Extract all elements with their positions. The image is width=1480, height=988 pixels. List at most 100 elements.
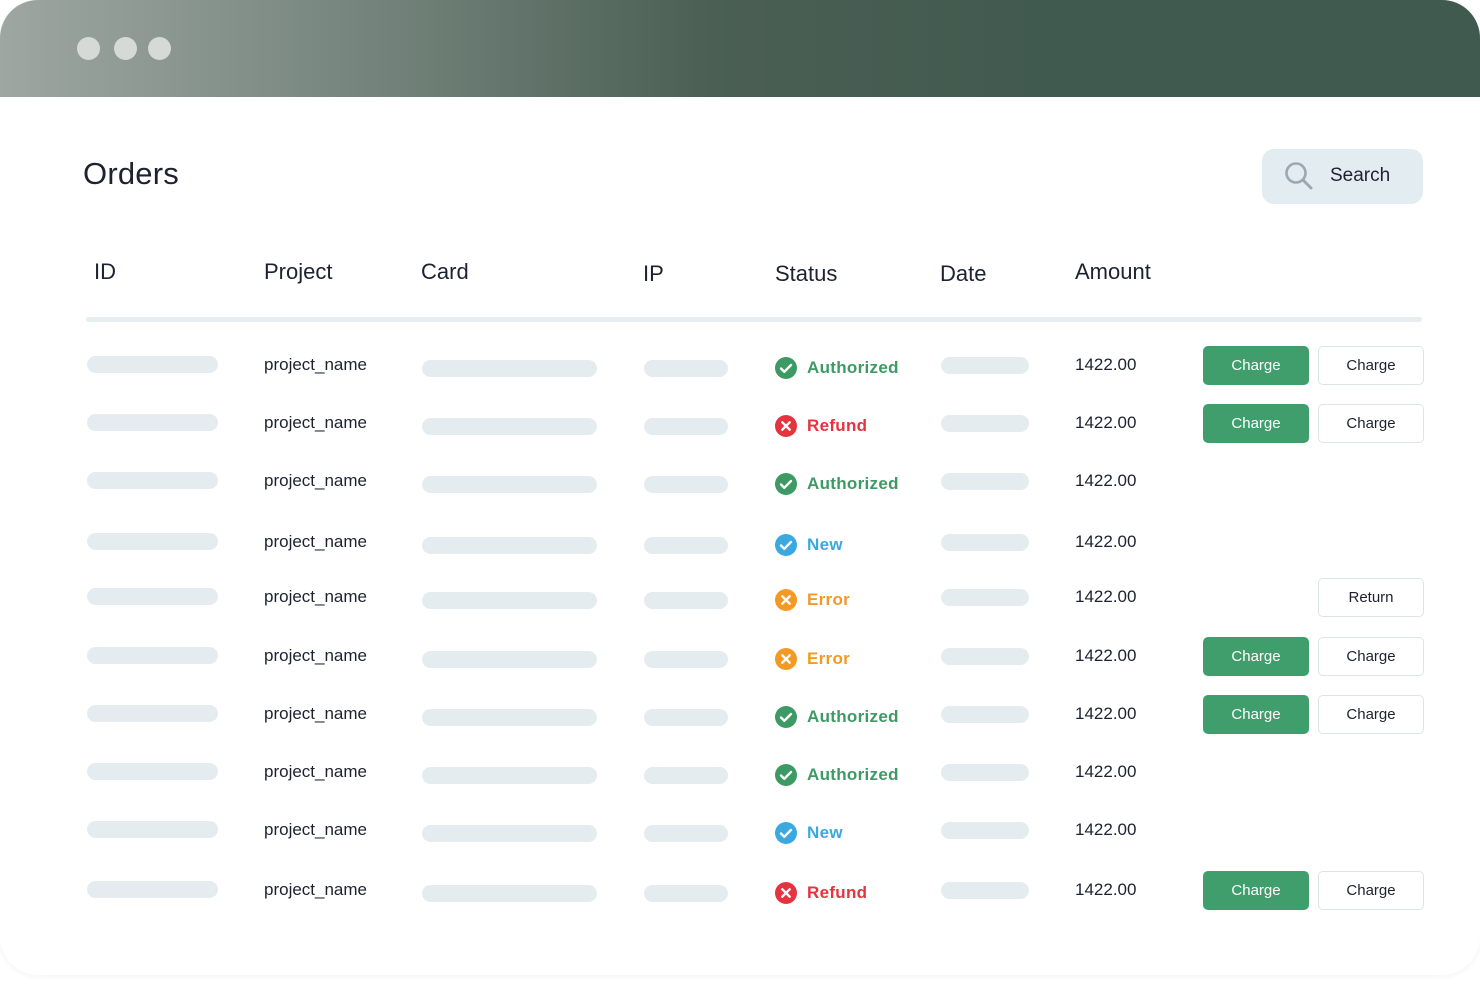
ip-placeholder (644, 360, 728, 377)
column-header-date: Date (940, 261, 987, 286)
card-placeholder (422, 476, 597, 493)
amount-cell: 1422.00 (1075, 471, 1137, 490)
date-placeholder (941, 706, 1029, 723)
card-placeholder (422, 418, 597, 435)
date-placeholder (941, 648, 1029, 665)
amount-cell: 1422.00 (1075, 532, 1137, 551)
status-badge: Authorized (775, 763, 899, 787)
date-placeholder (941, 415, 1029, 432)
status-label: Authorized (807, 765, 899, 784)
status-badge: New (775, 821, 843, 845)
card-placeholder (422, 885, 597, 902)
column-header-status: Status (775, 261, 838, 286)
search-button-label: Search (1330, 165, 1391, 186)
return-button[interactable]: Return (1318, 578, 1424, 617)
charge-button[interactable]: Charge (1203, 695, 1309, 734)
date-placeholder (941, 473, 1029, 490)
amount-cell: 1422.00 (1075, 880, 1137, 899)
charge-button[interactable]: Charge (1203, 871, 1309, 910)
check-circle-icon (775, 534, 797, 556)
project-cell: project_name (264, 820, 368, 839)
charge-outline-button[interactable]: Charge (1318, 346, 1424, 385)
window-maximize-dot[interactable] (148, 37, 171, 60)
table-row: project_name Refund 1422.00 Charge Charg… (0, 871, 1480, 911)
card-placeholder (422, 709, 597, 726)
x-circle-icon (775, 415, 797, 437)
status-label: Error (807, 649, 851, 668)
column-header-id: ID (94, 259, 116, 284)
project-cell: project_name (264, 704, 368, 723)
table-row: project_name Error 1422.00 Charge Charge (0, 637, 1480, 677)
card-placeholder (422, 651, 597, 668)
table-row: project_name New 1422.00 (0, 811, 1480, 851)
charge-button[interactable]: Charge (1203, 404, 1309, 443)
charge-button[interactable]: Charge (1203, 637, 1309, 676)
table-row: project_name Authorized 1422.00 (0, 753, 1480, 793)
window-title-bar (0, 0, 1480, 97)
table-row: project_name Authorized 1422.00 Charge C… (0, 346, 1480, 386)
project-cell: project_name (264, 355, 368, 374)
id-placeholder (87, 356, 218, 373)
check-circle-icon (775, 822, 797, 844)
search-button[interactable]: Search (1262, 149, 1423, 204)
charge-button[interactable]: Charge (1203, 346, 1309, 385)
ip-placeholder (644, 418, 728, 435)
page-title: Orders (83, 156, 179, 191)
check-circle-icon (775, 357, 797, 379)
charge-outline-button[interactable]: Charge (1318, 695, 1424, 734)
project-cell: project_name (264, 880, 368, 899)
status-label: New (807, 535, 843, 554)
card-placeholder (422, 592, 597, 609)
amount-cell: 1422.00 (1075, 762, 1137, 781)
amount-cell: 1422.00 (1075, 646, 1137, 665)
amount-cell: 1422.00 (1075, 355, 1137, 374)
column-header-project: Project (264, 259, 333, 284)
card-placeholder (422, 767, 597, 784)
date-placeholder (941, 764, 1029, 781)
project-cell: project_name (264, 413, 368, 432)
column-header-ip: IP (643, 261, 664, 286)
ip-placeholder (644, 709, 728, 726)
status-badge: Authorized (775, 472, 899, 496)
table-row: project_name Authorized 1422.00 (0, 462, 1480, 502)
status-label: Authorized (807, 707, 899, 726)
project-cell: project_name (264, 532, 368, 551)
id-placeholder (87, 881, 218, 898)
status-label: Authorized (807, 358, 899, 377)
x-circle-icon (775, 882, 797, 904)
date-placeholder (941, 357, 1029, 374)
window-close-dot[interactable] (77, 37, 100, 60)
browser-window: Orders Search ID Project Card IP Status … (0, 0, 1480, 975)
x-circle-icon (775, 648, 797, 670)
status-badge: Error (775, 588, 850, 612)
header-divider (86, 317, 1422, 322)
column-header-amount: Amount (1075, 259, 1151, 284)
date-placeholder (941, 822, 1029, 839)
status-label: Authorized (807, 474, 899, 493)
column-header-card: Card (421, 259, 469, 284)
id-placeholder (87, 533, 218, 550)
charge-outline-button[interactable]: Charge (1318, 871, 1424, 910)
x-circle-icon (775, 589, 797, 611)
status-label: Error (807, 590, 851, 609)
table-row: project_name Authorized 1422.00 Charge C… (0, 695, 1480, 735)
charge-outline-button[interactable]: Charge (1318, 637, 1424, 676)
status-badge: Authorized (775, 356, 899, 380)
table-row: project_name New 1422.00 (0, 523, 1480, 563)
id-placeholder (87, 647, 218, 664)
id-placeholder (87, 705, 218, 722)
status-badge: New (775, 533, 843, 557)
status-badge: Refund (775, 881, 867, 905)
charge-outline-button[interactable]: Charge (1318, 404, 1424, 443)
ip-placeholder (644, 651, 728, 668)
status-badge: Refund (775, 414, 867, 438)
amount-cell: 1422.00 (1075, 587, 1137, 606)
id-placeholder (87, 821, 218, 838)
id-placeholder (87, 588, 218, 605)
status-label: Refund (807, 416, 868, 435)
check-circle-icon (775, 706, 797, 728)
ip-placeholder (644, 885, 728, 902)
ip-placeholder (644, 476, 728, 493)
project-cell: project_name (264, 471, 368, 490)
window-minimize-dot[interactable] (114, 37, 137, 60)
